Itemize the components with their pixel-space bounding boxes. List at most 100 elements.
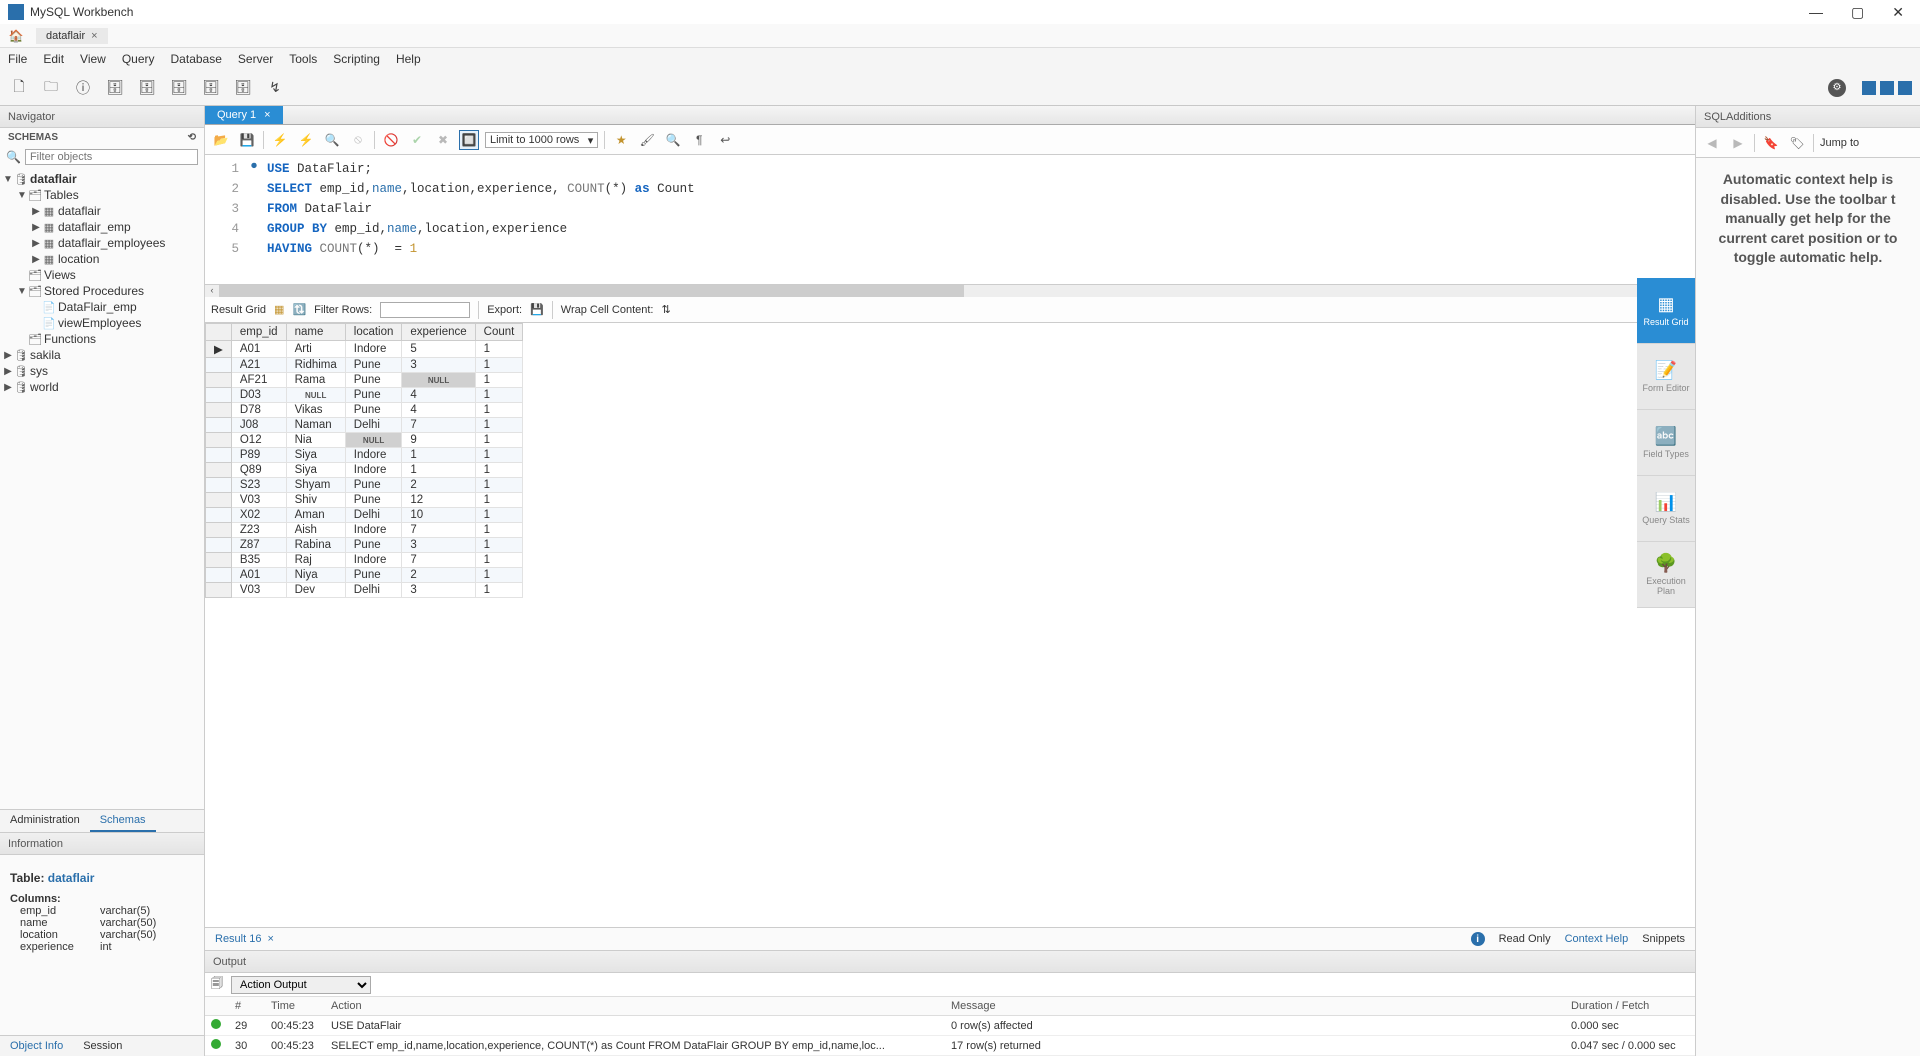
close-tab-icon[interactable]: × [264,109,270,121]
tb-icon-4[interactable]: 🗄 [104,77,126,99]
output-row[interactable]: 2900:45:23USE DataFlair0 row(s) affected… [205,1016,1695,1036]
open-sql-icon[interactable]: 🗀 [40,77,62,99]
table-row[interactable]: Z23AishIndore71 [206,523,523,538]
table-item[interactable]: ▶▦dataflair_emp [2,219,202,235]
tab-snippets[interactable]: Snippets [1642,933,1685,945]
menu-help[interactable]: Help [396,52,421,66]
close-connection-icon[interactable]: × [91,30,97,42]
close-button[interactable]: ✕ [1892,4,1904,21]
views-folder[interactable]: 🗂Views [2,267,202,283]
commit-icon[interactable]: ✔ [407,130,427,150]
stop-icon[interactable]: ⦸ [348,130,368,150]
vtab-result-grid[interactable]: ▦Result Grid [1637,278,1695,344]
new-sql-icon[interactable]: 🗋 [8,77,30,99]
sp-item[interactable]: 📄DataFlair_emp [2,299,202,315]
help-icon-1[interactable]: 🔖 [1761,133,1781,153]
tables-folder[interactable]: ▼🗂Tables [2,187,202,203]
toggle-autocommit-icon[interactable]: 🚫 [381,130,401,150]
tab-administration[interactable]: Administration [0,810,90,832]
close-result-icon[interactable]: × [267,933,273,945]
output-type-select[interactable]: Action Output [231,976,371,994]
nav-back-icon[interactable]: ◀ [1702,133,1722,153]
toggle-bottom-pane[interactable] [1880,81,1894,95]
filter-icon[interactable]: 🔃 [292,303,306,316]
table-row[interactable]: Q89SiyaIndore11 [206,463,523,478]
menu-server[interactable]: Server [238,52,273,66]
wrap-icon[interactable]: ↩ [715,130,735,150]
menu-view[interactable]: View [80,52,106,66]
tb-icon-7[interactable]: 🗄 [200,77,222,99]
table-row[interactable]: D78VikasPune41 [206,403,523,418]
refresh-icon[interactable]: ⟲ [188,132,196,143]
table-row[interactable]: X02AmanDelhi101 [206,508,523,523]
execute-icon[interactable]: ⚡ [270,130,290,150]
editor-hscroll[interactable]: ‹› [205,285,1695,297]
sp-folder[interactable]: ▼🗂Stored Procedures [2,283,202,299]
tb-icon-5[interactable]: 🗄 [136,77,158,99]
vtab-query-stats[interactable]: 📊Query Stats [1637,476,1695,542]
sql-editor[interactable]: 12345 ● USE DataFlair; SELECT emp_id,nam… [205,155,1695,285]
connection-tab[interactable]: dataflair × [36,28,108,44]
output-clear-icon[interactable]: 🗐 [211,974,223,995]
result-tab[interactable]: Result 16× [205,930,284,948]
vtab-field-types[interactable]: 🔤Field Types [1637,410,1695,476]
table-row[interactable]: Z87RabinaPune31 [206,538,523,553]
toggle-right-pane[interactable] [1898,81,1912,95]
toggle-limit-icon[interactable]: 🔲 [459,130,479,150]
maximize-button[interactable]: ▢ [1851,4,1864,21]
rollback-icon[interactable]: ✖ [433,130,453,150]
minimize-button[interactable]: — [1809,4,1823,21]
tab-object-info[interactable]: Object Info [0,1036,73,1056]
nav-fwd-icon[interactable]: ▶ [1728,133,1748,153]
menu-query[interactable]: Query [122,52,155,66]
execute-step-icon[interactable]: ⚡ [296,130,316,150]
functions-folder[interactable]: 🗂Functions [2,331,202,347]
menu-tools[interactable]: Tools [289,52,317,66]
table-item[interactable]: ▶▦location [2,251,202,267]
tab-context-help[interactable]: Context Help [1565,933,1629,945]
explain-icon[interactable]: 🔍 [322,130,342,150]
table-row[interactable]: O12NiaNULL91 [206,433,523,448]
table-row[interactable]: A01NiyaPune21 [206,568,523,583]
tb-icon-6[interactable]: 🗄 [168,77,190,99]
tab-schemas[interactable]: Schemas [90,810,156,832]
filter-rows-input[interactable] [380,302,470,318]
table-row[interactable]: V03ShivPune121 [206,493,523,508]
schema-world[interactable]: ▶🛢world [2,379,202,395]
table-row[interactable]: S23ShyamPune21 [206,478,523,493]
schema-dataflair[interactable]: ▼🛢dataflair [2,171,202,187]
table-item[interactable]: ▶▦dataflair_employees [2,235,202,251]
table-row[interactable]: P89SiyaIndore11 [206,448,523,463]
inspector-icon[interactable]: ⓘ [72,77,94,99]
brush-icon[interactable]: 🖌 [637,130,657,150]
table-row[interactable]: D03NULLPune41 [206,388,523,403]
invisible-chars-icon[interactable]: ¶ [689,130,709,150]
menu-scripting[interactable]: Scripting [333,52,380,66]
limit-select[interactable]: Limit to 1000 rows ▾ [485,132,598,148]
schema-sys[interactable]: ▶🛢sys [2,363,202,379]
open-file-icon[interactable]: 📂 [211,130,231,150]
table-row[interactable]: A21RidhimaPune31 [206,358,523,373]
toggle-left-pane[interactable] [1862,81,1876,95]
beautify-icon[interactable]: ★ [611,130,631,150]
menu-database[interactable]: Database [171,52,222,66]
home-icon[interactable]: 🏠 [6,26,26,46]
save-icon[interactable]: 💾 [237,130,257,150]
menu-edit[interactable]: Edit [43,52,64,66]
table-item[interactable]: ▶▦dataflair [2,203,202,219]
tb-icon-8[interactable]: 🗄 [232,77,254,99]
info-icon[interactable]: i [1471,932,1485,946]
query-tab[interactable]: Query 1× [205,106,283,124]
jump-to-label[interactable]: Jump to [1820,137,1859,149]
help-icon-2[interactable]: 🏷 [1787,133,1807,153]
table-row[interactable]: J08NamanDelhi71 [206,418,523,433]
table-row[interactable]: B35RajIndore71 [206,553,523,568]
vtab-execution-plan[interactable]: 🌳Execution Plan [1637,542,1695,608]
find-icon[interactable]: 🔍 [663,130,683,150]
tb-icon-9[interactable]: ↯ [264,77,286,99]
sp-item[interactable]: 📄viewEmployees [2,315,202,331]
table-row[interactable]: V03DevDelhi31 [206,583,523,598]
tab-session[interactable]: Session [73,1036,132,1056]
menu-file[interactable]: File [8,52,27,66]
filter-input[interactable] [25,149,198,165]
